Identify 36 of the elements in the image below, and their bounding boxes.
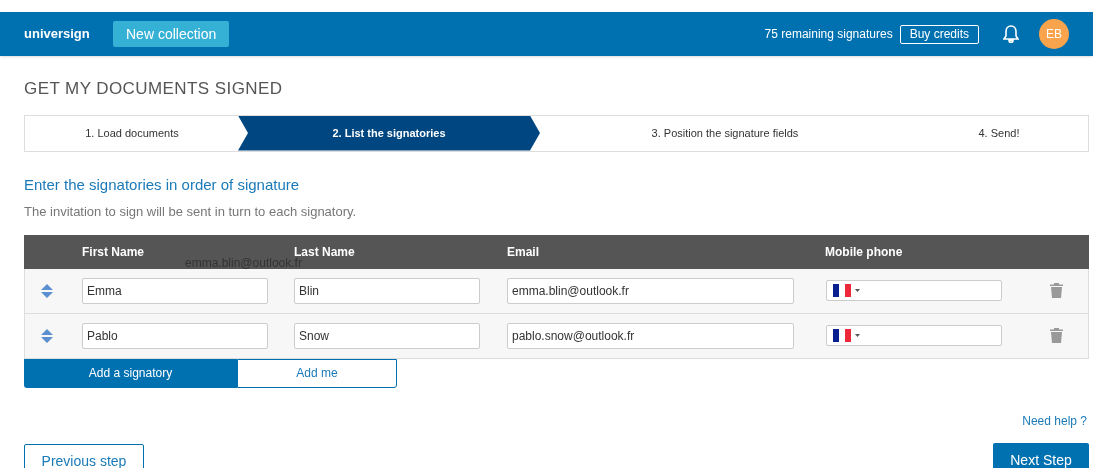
column-header: Last Name bbox=[294, 243, 356, 259]
step-tab[interactable]: 2. List the signatories bbox=[238, 115, 540, 151]
step-tab[interactable]: 1. Load documents bbox=[25, 115, 239, 151]
help-link[interactable]: Need help ? bbox=[1022, 411, 1087, 430]
add-button[interactable]: Add a signatory bbox=[24, 358, 237, 388]
bell-icon[interactable] bbox=[1003, 25, 1019, 43]
buy-credits-button[interactable]: Buy credits bbox=[899, 24, 979, 44]
last-name-field[interactable]: Blin bbox=[294, 277, 480, 304]
caret-icon bbox=[855, 289, 860, 292]
reorder-icon[interactable] bbox=[41, 283, 53, 298]
trash-icon[interactable] bbox=[1050, 283, 1063, 298]
flag-icon bbox=[833, 284, 851, 297]
first-name-field[interactable]: Pablo bbox=[82, 322, 268, 349]
step-tab[interactable]: 3. Position the signature fields bbox=[540, 115, 910, 151]
column-header: Mobile phone bbox=[825, 243, 903, 261]
section-heading: Enter the signatories in order of signature bbox=[24, 174, 301, 195]
column-header: Email bbox=[507, 243, 540, 261]
page-title: GET MY DOCUMENTS SIGNED bbox=[24, 78, 284, 100]
step-tab[interactable]: 4. Send! bbox=[910, 115, 1088, 151]
email-field[interactable]: emma.blin@outlook.fr bbox=[507, 277, 794, 304]
add-button[interactable]: Add me bbox=[237, 358, 397, 388]
logo[interactable]: universign bbox=[24, 24, 88, 44]
remaining-signatures: 75 remaining signatures bbox=[764, 26, 893, 43]
section-subheading: The invitation to sign will be sent in turn to each signatory. bbox=[24, 203, 358, 221]
email-field[interactable]: pablo.snow@outlook.fr bbox=[507, 322, 794, 349]
phone-field[interactable] bbox=[826, 280, 1002, 301]
phone-field[interactable] bbox=[826, 325, 1002, 346]
first-name-field[interactable]: Emma bbox=[82, 277, 268, 304]
flag-icon bbox=[833, 329, 851, 342]
last-name-field[interactable]: Snow bbox=[294, 322, 480, 349]
caret-icon bbox=[855, 334, 860, 337]
column-header: First Name bbox=[82, 243, 146, 261]
trash-icon[interactable] bbox=[1050, 328, 1063, 343]
next-step-button[interactable]: Next Step bbox=[993, 442, 1089, 468]
previous-step-button[interactable]: Previous step bbox=[24, 443, 144, 468]
reorder-icon[interactable] bbox=[41, 328, 53, 343]
